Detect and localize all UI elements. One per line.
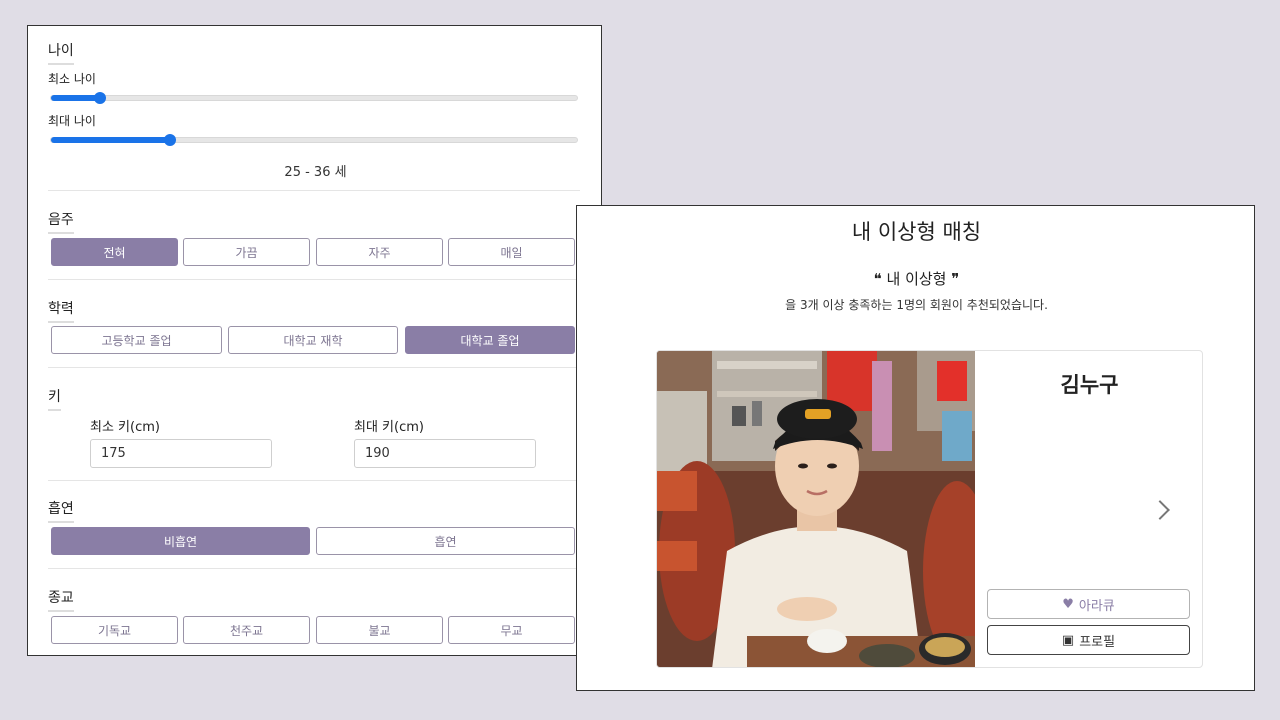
min-age-slider[interactable]	[50, 92, 578, 104]
ideal-type-heading: ❝ 내 이상형 ❞	[873, 270, 960, 288]
drinking-section: 음주	[48, 209, 580, 234]
smoking-option-smoker[interactable]: 흡연	[316, 527, 575, 555]
max-height-label: 최대 키(cm)	[354, 420, 424, 435]
drinking-option-often[interactable]: 자주	[316, 238, 443, 266]
match-card: 김누구 ♥ 아라큐 ▣ 프로필	[656, 350, 1203, 668]
min-height-input[interactable]: 175	[90, 439, 272, 468]
height-title: 키	[48, 386, 61, 411]
height-section: 키	[48, 386, 580, 411]
match-title: 내 이상형 매칭	[851, 220, 982, 244]
religion-option-none[interactable]: 무교	[448, 616, 575, 644]
education-section: 학력	[48, 298, 580, 323]
smoking-section: 흡연	[48, 498, 580, 523]
max-age-slider-thumb[interactable]	[164, 134, 176, 146]
age-range-readout: 25 - 36 세	[284, 165, 347, 180]
min-height-label: 최소 키(cm)	[90, 420, 160, 435]
education-title: 학력	[48, 298, 74, 323]
education-option-highschool[interactable]: 고등학교 졸업	[51, 326, 222, 354]
profile-card-icon: ▣	[1061, 632, 1075, 648]
chevron-right-icon[interactable]	[1150, 500, 1170, 520]
religion-option-protestant[interactable]: 기독교	[51, 616, 178, 644]
heart-icon: ♥	[1062, 596, 1074, 612]
drinking-option-never[interactable]: 전혀	[51, 238, 178, 266]
religion-option-buddhist[interactable]: 불교	[316, 616, 443, 644]
education-option-university-enrolled[interactable]: 대학교 재학	[228, 326, 398, 354]
max-age-slider[interactable]	[50, 134, 578, 146]
like-button[interactable]: ♥ 아라큐	[987, 589, 1190, 619]
max-height-input[interactable]: 190	[354, 439, 536, 468]
profile-button-label: 프로필	[1079, 634, 1116, 650]
matched-member-name: 김누구	[1060, 373, 1119, 397]
education-option-university-graduate[interactable]: 대학교 졸업	[405, 326, 575, 354]
min-age-label: 최소 나이	[48, 72, 96, 86]
min-age-slider-thumb[interactable]	[94, 92, 106, 104]
religion-section: 종교	[48, 587, 580, 612]
religion-title: 종교	[48, 587, 74, 612]
profile-photo	[657, 351, 975, 667]
divider	[48, 367, 580, 368]
drinking-title: 음주	[48, 209, 74, 234]
divider	[48, 190, 580, 191]
divider	[48, 568, 580, 569]
filter-panel: 나이 최소 나이 최대 나이 25 - 36 세 음주 전혀 가끔 자주 매일 …	[27, 25, 602, 656]
drinking-option-sometimes[interactable]: 가끔	[183, 238, 310, 266]
max-age-label: 최대 나이	[48, 114, 96, 128]
min-age-slider-fill	[51, 95, 100, 101]
match-description: 을 3개 이상 충족하는 1명의 회원이 추천되었습니다.	[785, 298, 1048, 312]
like-button-label: 아라큐	[1078, 598, 1115, 614]
smoking-option-nonsmoker[interactable]: 비흡연	[51, 527, 310, 555]
religion-option-catholic[interactable]: 천주교	[183, 616, 310, 644]
drinking-option-daily[interactable]: 매일	[448, 238, 575, 266]
max-age-slider-fill	[51, 137, 171, 143]
match-panel: 내 이상형 매칭 ❝ 내 이상형 ❞ 을 3개 이상 충족하는 1명의 회원이 …	[576, 205, 1255, 691]
divider	[48, 480, 580, 481]
divider	[48, 279, 580, 280]
age-section: 나이	[48, 40, 580, 65]
smoking-title: 흡연	[48, 498, 74, 523]
profile-button[interactable]: ▣ 프로필	[987, 625, 1190, 655]
age-title: 나이	[48, 40, 74, 65]
